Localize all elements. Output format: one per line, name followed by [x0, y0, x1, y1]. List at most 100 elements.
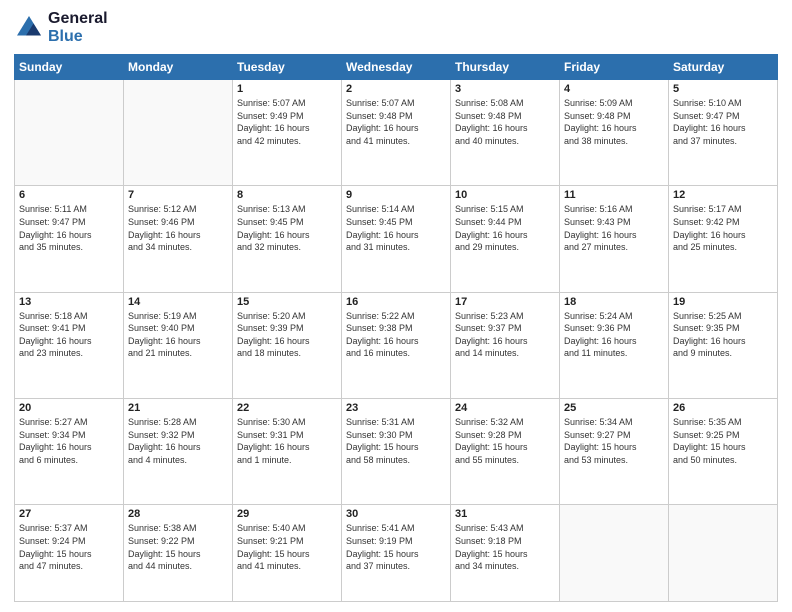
day-number: 1 — [237, 83, 337, 95]
calendar-cell — [669, 505, 778, 602]
day-info: Sunrise: 5:28 AM Sunset: 9:32 PM Dayligh… — [128, 416, 228, 466]
day-info: Sunrise: 5:07 AM Sunset: 9:49 PM Dayligh… — [237, 97, 337, 147]
weekday-header-saturday: Saturday — [669, 55, 778, 80]
calendar-cell: 18 Sunrise: 5:24 AM Sunset: 9:36 PM Dayli… — [560, 292, 669, 398]
day-info: Sunrise: 5:16 AM Sunset: 9:43 PM Dayligh… — [564, 203, 664, 253]
calendar-cell — [15, 80, 124, 186]
weekday-header-wednesday: Wednesday — [342, 55, 451, 80]
calendar-cell: 5Sunrise: 5:10 AM Sunset: 9:47 PM Daylig… — [669, 80, 778, 186]
day-number: 25 — [564, 402, 664, 414]
calendar-cell: 11 Sunrise: 5:16 AM Sunset: 9:43 PM Dayli… — [560, 186, 669, 292]
day-number: 22 — [237, 402, 337, 414]
weekday-header-sunday: Sunday — [15, 55, 124, 80]
day-number: 4 — [564, 83, 664, 95]
weekday-header-tuesday: Tuesday — [233, 55, 342, 80]
calendar-cell: 25 Sunrise: 5:34 AM Sunset: 9:27 PM Dayli… — [560, 398, 669, 504]
logo: General Blue — [14, 10, 108, 46]
calendar-cell: 21 Sunrise: 5:28 AM Sunset: 9:32 PM Dayli… — [124, 398, 233, 504]
logo-icon — [14, 13, 44, 43]
day-info: Sunrise: 5:31 AM Sunset: 9:30 PM Dayligh… — [346, 416, 446, 466]
day-info: Sunrise: 5:32 AM Sunset: 9:28 PM Dayligh… — [455, 416, 555, 466]
day-info: Sunrise: 5:38 AM Sunset: 9:22 PM Dayligh… — [128, 522, 228, 572]
calendar-cell: 28 Sunrise: 5:38 AM Sunset: 9:22 PM Dayli… — [124, 505, 233, 602]
calendar-cell: 1 Sunrise: 5:07 AM Sunset: 9:49 PM Daylig… — [233, 80, 342, 186]
calendar-cell: 19Sunrise: 5:25 AM Sunset: 9:35 PM Dayli… — [669, 292, 778, 398]
calendar-cell: 31 Sunrise: 5:43 AM Sunset: 9:18 PM Dayli… — [451, 505, 560, 602]
calendar-table: SundayMondayTuesdayWednesdayThursdayFrid… — [14, 54, 778, 602]
week-row-3: 13Sunrise: 5:18 AM Sunset: 9:41 PM Dayli… — [15, 292, 778, 398]
day-info: Sunrise: 5:08 AM Sunset: 9:48 PM Dayligh… — [455, 97, 555, 147]
weekday-header-thursday: Thursday — [451, 55, 560, 80]
day-number: 17 — [455, 296, 555, 308]
day-number: 3 — [455, 83, 555, 95]
calendar-cell — [124, 80, 233, 186]
day-number: 2 — [346, 83, 446, 95]
day-number: 9 — [346, 189, 446, 201]
day-info: Sunrise: 5:07 AM Sunset: 9:48 PM Dayligh… — [346, 97, 446, 147]
day-number: 31 — [455, 508, 555, 520]
day-info: Sunrise: 5:34 AM Sunset: 9:27 PM Dayligh… — [564, 416, 664, 466]
day-number: 26 — [673, 402, 773, 414]
day-info: Sunrise: 5:35 AM Sunset: 9:25 PM Dayligh… — [673, 416, 773, 466]
day-info: Sunrise: 5:22 AM Sunset: 9:38 PM Dayligh… — [346, 310, 446, 360]
header: General Blue — [14, 10, 778, 46]
calendar-cell: 23Sunrise: 5:31 AM Sunset: 9:30 PM Dayli… — [342, 398, 451, 504]
week-row-1: 1 Sunrise: 5:07 AM Sunset: 9:49 PM Daylig… — [15, 80, 778, 186]
calendar-cell: 10Sunrise: 5:15 AM Sunset: 9:44 PM Dayli… — [451, 186, 560, 292]
calendar-cell: 4 Sunrise: 5:09 AM Sunset: 9:48 PM Daylig… — [560, 80, 669, 186]
calendar-cell: 8Sunrise: 5:13 AM Sunset: 9:45 PM Daylig… — [233, 186, 342, 292]
calendar-cell: 3 Sunrise: 5:08 AM Sunset: 9:48 PM Daylig… — [451, 80, 560, 186]
day-info: Sunrise: 5:14 AM Sunset: 9:45 PM Dayligh… — [346, 203, 446, 253]
day-info: Sunrise: 5:37 AM Sunset: 9:24 PM Dayligh… — [19, 522, 119, 572]
calendar-cell: 16Sunrise: 5:22 AM Sunset: 9:38 PM Dayli… — [342, 292, 451, 398]
day-number: 28 — [128, 508, 228, 520]
day-info: Sunrise: 5:18 AM Sunset: 9:41 PM Dayligh… — [19, 310, 119, 360]
day-number: 6 — [19, 189, 119, 201]
calendar-cell: 24 Sunrise: 5:32 AM Sunset: 9:28 PM Dayli… — [451, 398, 560, 504]
day-number: 15 — [237, 296, 337, 308]
day-number: 20 — [19, 402, 119, 414]
day-number: 18 — [564, 296, 664, 308]
day-info: Sunrise: 5:19 AM Sunset: 9:40 PM Dayligh… — [128, 310, 228, 360]
calendar-cell: 17 Sunrise: 5:23 AM Sunset: 9:37 PM Dayli… — [451, 292, 560, 398]
calendar-cell: 22 Sunrise: 5:30 AM Sunset: 9:31 PM Dayli… — [233, 398, 342, 504]
calendar-cell: 26 Sunrise: 5:35 AM Sunset: 9:25 PM Dayli… — [669, 398, 778, 504]
day-number: 24 — [455, 402, 555, 414]
day-number: 21 — [128, 402, 228, 414]
day-number: 27 — [19, 508, 119, 520]
day-info: Sunrise: 5:13 AM Sunset: 9:45 PM Dayligh… — [237, 203, 337, 253]
day-info: Sunrise: 5:25 AM Sunset: 9:35 PM Dayligh… — [673, 310, 773, 360]
day-number: 5 — [673, 83, 773, 95]
day-info: Sunrise: 5:12 AM Sunset: 9:46 PM Dayligh… — [128, 203, 228, 253]
calendar-cell: 9 Sunrise: 5:14 AM Sunset: 9:45 PM Daylig… — [342, 186, 451, 292]
day-info: Sunrise: 5:11 AM Sunset: 9:47 PM Dayligh… — [19, 203, 119, 253]
calendar-cell: 7 Sunrise: 5:12 AM Sunset: 9:46 PM Daylig… — [124, 186, 233, 292]
day-info: Sunrise: 5:40 AM Sunset: 9:21 PM Dayligh… — [237, 522, 337, 572]
calendar-cell — [560, 505, 669, 602]
week-row-2: 6 Sunrise: 5:11 AM Sunset: 9:47 PM Daylig… — [15, 186, 778, 292]
logo-text: General Blue — [48, 10, 108, 46]
day-info: Sunrise: 5:17 AM Sunset: 9:42 PM Dayligh… — [673, 203, 773, 253]
week-row-5: 27 Sunrise: 5:37 AM Sunset: 9:24 PM Dayli… — [15, 505, 778, 602]
calendar-cell: 12 Sunrise: 5:17 AM Sunset: 9:42 PM Dayli… — [669, 186, 778, 292]
calendar-cell: 14 Sunrise: 5:19 AM Sunset: 9:40 PM Dayli… — [124, 292, 233, 398]
page: General Blue SundayMondayTuesdayWednesda… — [0, 0, 792, 612]
day-number: 11 — [564, 189, 664, 201]
day-info: Sunrise: 5:23 AM Sunset: 9:37 PM Dayligh… — [455, 310, 555, 360]
calendar-cell: 20 Sunrise: 5:27 AM Sunset: 9:34 PM Dayli… — [15, 398, 124, 504]
day-info: Sunrise: 5:24 AM Sunset: 9:36 PM Dayligh… — [564, 310, 664, 360]
day-info: Sunrise: 5:43 AM Sunset: 9:18 PM Dayligh… — [455, 522, 555, 572]
calendar-cell: 6 Sunrise: 5:11 AM Sunset: 9:47 PM Daylig… — [15, 186, 124, 292]
calendar-cell: 13Sunrise: 5:18 AM Sunset: 9:41 PM Dayli… — [15, 292, 124, 398]
week-row-4: 20 Sunrise: 5:27 AM Sunset: 9:34 PM Dayli… — [15, 398, 778, 504]
day-info: Sunrise: 5:30 AM Sunset: 9:31 PM Dayligh… — [237, 416, 337, 466]
day-number: 30 — [346, 508, 446, 520]
calendar-cell: 2 Sunrise: 5:07 AM Sunset: 9:48 PM Daylig… — [342, 80, 451, 186]
day-number: 14 — [128, 296, 228, 308]
day-info: Sunrise: 5:41 AM Sunset: 9:19 PM Dayligh… — [346, 522, 446, 572]
weekday-header-row: SundayMondayTuesdayWednesdayThursdayFrid… — [15, 55, 778, 80]
day-info: Sunrise: 5:09 AM Sunset: 9:48 PM Dayligh… — [564, 97, 664, 147]
day-number: 7 — [128, 189, 228, 201]
day-number: 12 — [673, 189, 773, 201]
day-info: Sunrise: 5:27 AM Sunset: 9:34 PM Dayligh… — [19, 416, 119, 466]
